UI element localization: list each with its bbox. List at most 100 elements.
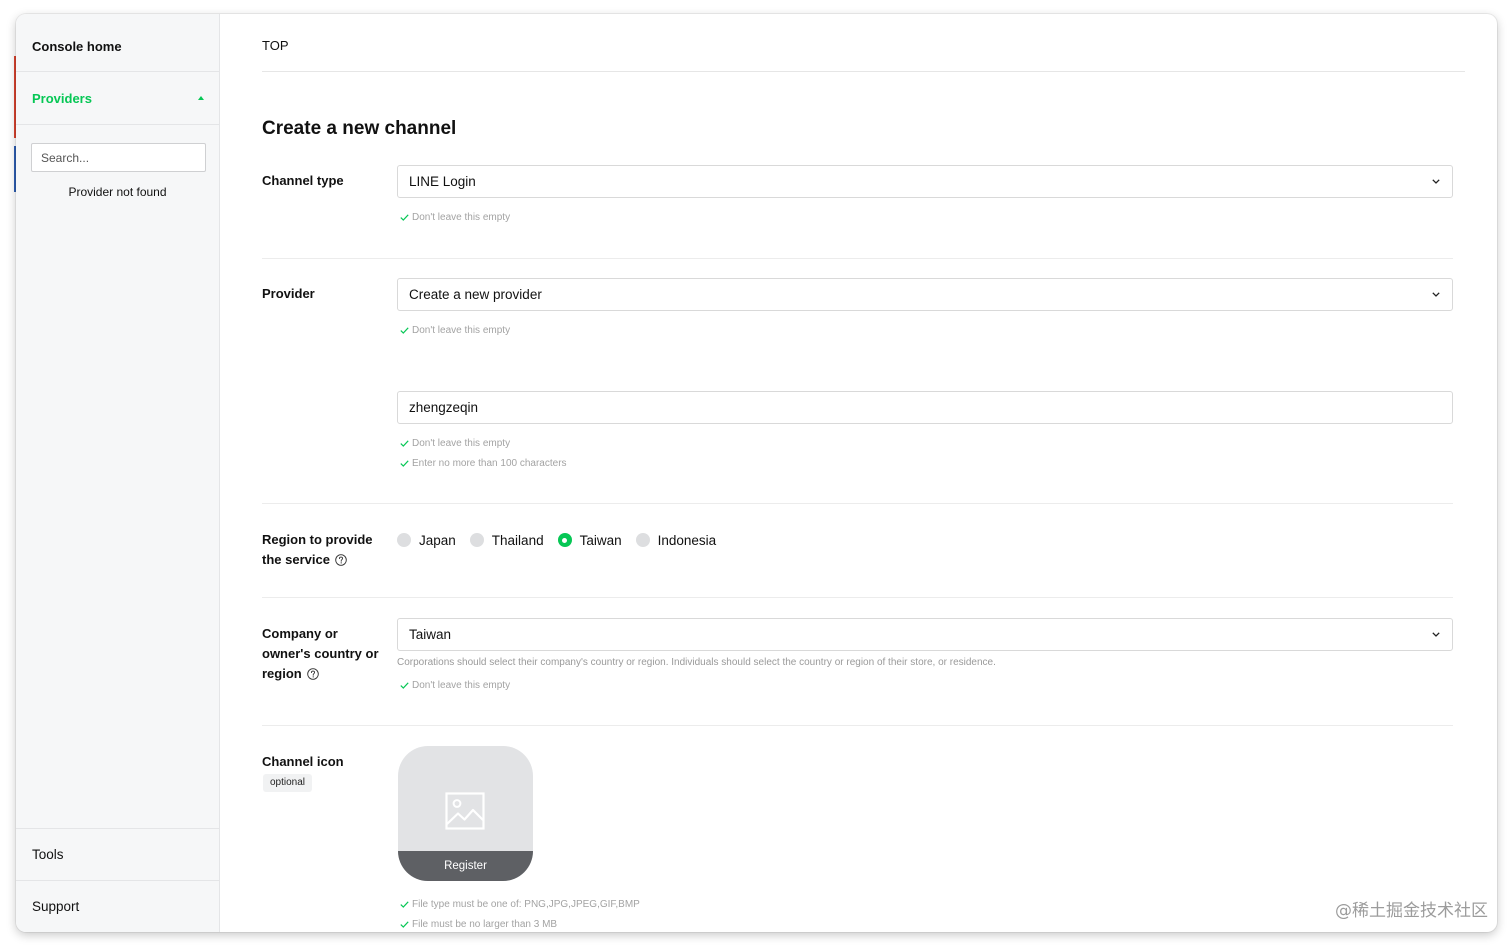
form-row-provider: Provider Create a new provider Don't lea… bbox=[262, 259, 1453, 504]
company-country-label: Company or owner's country or region bbox=[262, 626, 379, 681]
region-option-japan[interactable]: Japan bbox=[397, 533, 456, 548]
provider-search bbox=[16, 125, 219, 172]
region-option-indonesia[interactable]: Indonesia bbox=[635, 532, 717, 548]
validation-list: Don't leave this empty Enter no more tha… bbox=[397, 433, 1453, 473]
caret-up-icon[interactable] bbox=[198, 96, 204, 100]
region-label: Region to provide the service bbox=[262, 532, 373, 567]
form-row-channel-type: Channel type LINE Login Don't leave this… bbox=[262, 165, 1453, 259]
app-window: Console home Providers Provider not foun… bbox=[16, 14, 1497, 932]
provider-label: Provider bbox=[262, 286, 315, 301]
channel-icon-label: Channel icon bbox=[262, 754, 344, 769]
help-icon[interactable] bbox=[306, 668, 319, 680]
radio-label: Taiwan bbox=[579, 532, 622, 548]
validation-item: File type must be one of: PNG,JPG,JPEG,G… bbox=[397, 894, 1453, 914]
watermark: @稀土掘金技术社区 bbox=[1335, 901, 1488, 921]
image-icon bbox=[445, 792, 485, 830]
validation-text: Don't leave this empty bbox=[412, 437, 511, 449]
optional-badge: optional bbox=[263, 774, 313, 792]
radio-button[interactable] bbox=[397, 533, 411, 547]
field-label: Region to provide the service bbox=[262, 530, 384, 570]
check-icon bbox=[400, 326, 409, 334]
sidebar-item-tools[interactable]: Tools bbox=[16, 828, 219, 880]
provider-select[interactable]: Create a new provider bbox=[397, 278, 1453, 311]
field-help-text: Corporations should select their company… bbox=[397, 657, 996, 668]
radio-button[interactable] bbox=[635, 533, 650, 547]
sidebar-item-providers[interactable]: Providers bbox=[16, 72, 219, 125]
select-value: Create a new provider bbox=[409, 287, 542, 302]
field-label-wrap: Region to provide the service bbox=[262, 530, 397, 570]
validation-item: Don't leave this empty bbox=[397, 320, 1453, 340]
provider-search-input[interactable] bbox=[31, 143, 206, 172]
field-body: Taiwan Corporations should select their … bbox=[397, 618, 1453, 695]
chevron-down-icon bbox=[1432, 632, 1440, 637]
chevron-down-icon bbox=[1432, 292, 1440, 297]
channel-type-select[interactable]: LINE Login bbox=[397, 165, 1453, 198]
breadcrumb-item-top[interactable]: TOP bbox=[262, 38, 289, 53]
field-label-wrap: Channel icon optional bbox=[262, 746, 397, 932]
page-title: Create a new channel bbox=[262, 118, 457, 139]
validation-text: Enter no more than 100 characters bbox=[412, 457, 567, 469]
create-channel-form: Channel type LINE Login Don't leave this… bbox=[262, 165, 1453, 932]
field-body: Create a new provider Don't leave this e… bbox=[397, 278, 1453, 473]
validation-item: Don't leave this empty bbox=[397, 207, 1453, 227]
check-icon bbox=[400, 213, 409, 221]
form-row-channel-icon: Channel icon optional Register File type… bbox=[262, 726, 1453, 932]
radio-label: Thailand bbox=[491, 532, 544, 548]
validation-item: Don't leave this empty bbox=[397, 675, 1453, 695]
validation-list: Don't leave this empty bbox=[397, 675, 1453, 695]
radio-label: Japan bbox=[419, 532, 456, 548]
validation-text: Don't leave this empty bbox=[412, 324, 511, 336]
sidebar: Console home Providers Provider not foun… bbox=[16, 14, 220, 932]
form-row-company-country: Company or owner's country or region Tai… bbox=[262, 598, 1453, 726]
check-icon bbox=[400, 459, 409, 467]
radio-button[interactable] bbox=[557, 533, 572, 547]
check-icon bbox=[400, 900, 409, 908]
provider-empty-message: Provider not found bbox=[68, 185, 167, 199]
sidebar-item-label: Support bbox=[32, 899, 80, 914]
field-label-wrap: Provider bbox=[262, 278, 397, 473]
region-option-thailand[interactable]: Thailand bbox=[469, 532, 544, 548]
select-value: Taiwan bbox=[409, 627, 452, 642]
provider-name-field bbox=[397, 391, 1453, 424]
breadcrumb: TOP bbox=[262, 14, 1465, 72]
region-option-taiwan[interactable]: Taiwan bbox=[557, 532, 622, 548]
main-content: TOP Create a new channel Channel type LI… bbox=[220, 14, 1497, 932]
field-label: Provider bbox=[262, 284, 384, 304]
radio-button[interactable] bbox=[469, 533, 484, 547]
field-body: LINE Login Don't leave this empty bbox=[397, 165, 1453, 227]
region-radio-group: Japan Thailand Taiwan Indonesia bbox=[397, 530, 1453, 550]
validation-item: Don't leave this empty bbox=[397, 433, 1453, 453]
company-country-select[interactable]: Taiwan bbox=[397, 618, 1453, 651]
validation-text: File must be no larger than 3 MB bbox=[412, 918, 558, 930]
validation-list: Don't leave this empty bbox=[397, 320, 1453, 340]
validation-item: File must be no larger than 3 MB bbox=[397, 914, 1453, 932]
field-body: Register File type must be one of: PNG,J… bbox=[397, 746, 1453, 932]
sidebar-footer: Tools Support bbox=[16, 828, 219, 932]
chevron-down-icon bbox=[1432, 179, 1440, 184]
sidebar-item-label: Console home bbox=[32, 39, 122, 54]
form-row-region: Region to provide the service Japan Thai… bbox=[262, 504, 1453, 598]
sidebar-item-support[interactable]: Support bbox=[16, 880, 219, 932]
field-label-wrap: Company or owner's country or region bbox=[262, 618, 397, 695]
validation-list: Don't leave this empty bbox=[397, 207, 1453, 227]
provider-name-input[interactable] bbox=[397, 391, 1453, 424]
radio-label: Indonesia bbox=[657, 532, 717, 548]
validation-text: Don't leave this empty bbox=[412, 211, 511, 223]
check-icon bbox=[400, 439, 409, 447]
field-label: Channel icon bbox=[262, 752, 384, 772]
validation-text: Don't leave this empty bbox=[412, 679, 511, 691]
field-label: Company or owner's country or region bbox=[262, 624, 384, 684]
validation-list: File type must be one of: PNG,JPG,JPEG,G… bbox=[397, 894, 1453, 932]
select-value: LINE Login bbox=[409, 174, 476, 189]
field-label: Channel type bbox=[262, 171, 384, 191]
help-icon[interactable] bbox=[335, 554, 347, 566]
register-button[interactable]: Register bbox=[398, 851, 533, 881]
validation-text: File type must be one of: PNG,JPG,JPEG,G… bbox=[412, 898, 640, 910]
channel-icon-uploader[interactable]: Register bbox=[398, 746, 533, 881]
field-body: Japan Thailand Taiwan Indonesia bbox=[397, 530, 1453, 570]
sidebar-item-console-home[interactable]: Console home bbox=[16, 14, 219, 72]
validation-item: Enter no more than 100 characters bbox=[397, 453, 1453, 473]
sidebar-item-label: Providers bbox=[32, 90, 92, 106]
check-icon bbox=[400, 681, 409, 689]
sidebar-item-label: Tools bbox=[32, 847, 64, 862]
